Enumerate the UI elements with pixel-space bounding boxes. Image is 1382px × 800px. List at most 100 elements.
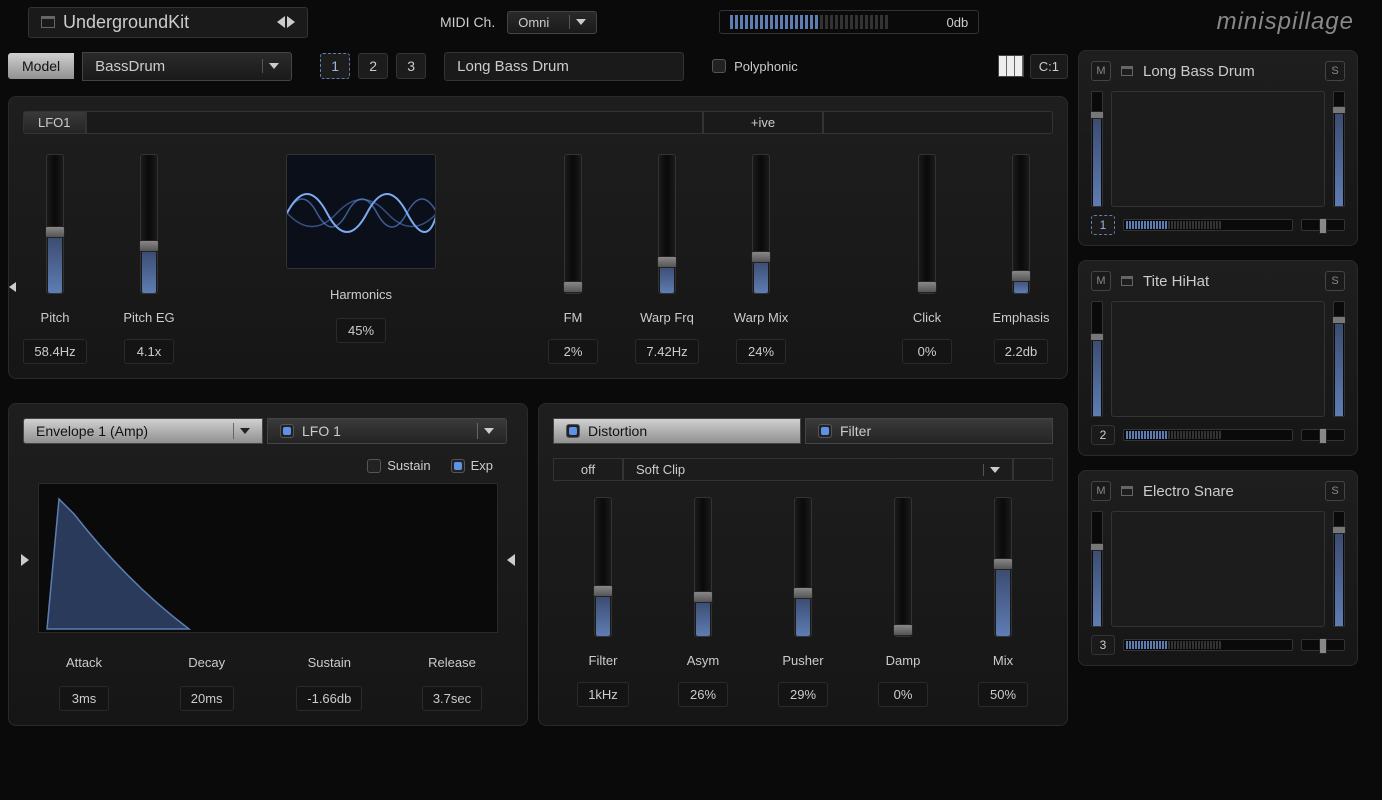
pad-2-pan-slider[interactable]	[1301, 429, 1345, 441]
fx-mix-value[interactable]: 50%	[978, 682, 1028, 707]
midi-channel-select[interactable]: Omni	[507, 11, 597, 34]
pad-1-solo-button[interactable]: S	[1325, 61, 1345, 81]
lfo-source-select[interactable]: LFO1	[23, 111, 86, 134]
pad-1-pan-slider[interactable]	[1301, 219, 1345, 231]
fx-damp-value[interactable]: 0%	[878, 682, 928, 707]
output-meter: 0db	[719, 10, 979, 34]
sustain-value[interactable]: -1.66db	[296, 686, 362, 711]
lfo-amount-slider[interactable]	[86, 111, 703, 134]
pad-3-pitch-slider[interactable]	[1091, 511, 1103, 627]
dropdown-icon	[990, 467, 1000, 473]
click-value[interactable]: 0%	[902, 339, 952, 364]
fx-damp-slider[interactable]	[894, 497, 912, 637]
pad-2-solo-button[interactable]: S	[1325, 271, 1345, 291]
dropdown-icon	[269, 63, 279, 69]
slot-3-button[interactable]: 3	[396, 53, 426, 79]
pad-3-volume-slider[interactable]	[1333, 511, 1345, 627]
pad-3-slot-button[interactable]: 3	[1091, 635, 1115, 655]
pad-2-mute-button[interactable]: M	[1091, 271, 1111, 291]
warp-mix-slider[interactable]	[752, 154, 770, 294]
slot-1-button[interactable]: 1	[320, 53, 350, 79]
fx-mode-select[interactable]: Soft Clip	[623, 458, 1013, 481]
harmonics-value[interactable]: 45%	[336, 318, 386, 343]
warp-mix-value[interactable]: 24%	[736, 339, 786, 364]
pad-1-pitch-slider[interactable]	[1091, 91, 1103, 207]
fx-mix-slider[interactable]	[994, 497, 1012, 637]
pitch-slider[interactable]	[46, 154, 64, 294]
exp-checkbox[interactable]	[451, 459, 465, 473]
preset-next-icon[interactable]	[287, 16, 295, 28]
lfo-dest-slider[interactable]	[823, 111, 1053, 134]
fm-value[interactable]: 2%	[548, 339, 598, 364]
decay-value[interactable]: 20ms	[180, 686, 234, 711]
click-slider[interactable]	[918, 154, 936, 294]
triangle-right-icon	[21, 554, 29, 566]
envelope-display[interactable]	[38, 483, 498, 633]
harmonics-display[interactable]	[286, 154, 436, 269]
dropdown-icon	[576, 19, 586, 25]
sustain-checkbox[interactable]	[367, 459, 381, 473]
warp-frq-value[interactable]: 7.42Hz	[635, 339, 698, 364]
folder-icon	[1121, 276, 1133, 286]
emphasis-value[interactable]: 2.2db	[994, 339, 1049, 364]
pitch-value[interactable]: 58.4Hz	[23, 339, 86, 364]
pad-3-meter	[1123, 639, 1293, 651]
voice-name-field[interactable]: Long Bass Drum	[444, 52, 684, 81]
pad-1-slot-button[interactable]: 1	[1091, 215, 1115, 235]
polyphonic-label: Polyphonic	[734, 59, 798, 74]
fx-panel: Distortion Filter off Soft Clip Filter 1…	[538, 403, 1068, 726]
pad-2-waveform[interactable]	[1111, 301, 1325, 417]
pad-2-pitch-slider[interactable]	[1091, 301, 1103, 417]
filter-tab[interactable]: Filter	[805, 418, 1053, 444]
output-db: 0db	[947, 15, 969, 30]
slot-2-button[interactable]: 2	[358, 53, 388, 79]
lfo-polarity[interactable]: +ive	[703, 111, 823, 134]
envelope-selector[interactable]: Envelope 1 (Amp)	[23, 418, 263, 444]
attack-value[interactable]: 3ms	[59, 686, 109, 711]
pad-3-solo-button[interactable]: S	[1325, 481, 1345, 501]
fx-filter-slider[interactable]	[594, 497, 612, 637]
folder-icon	[1121, 486, 1133, 496]
warp-frq-slider[interactable]	[658, 154, 676, 294]
fx-asym-slider[interactable]	[694, 497, 712, 637]
preset-selector[interactable]: UndergroundKit	[28, 7, 308, 38]
pitch-eg-slider[interactable]	[140, 154, 158, 294]
pad-1-waveform[interactable]	[1111, 91, 1325, 207]
pitch-eg-value[interactable]: 4.1x	[124, 339, 174, 364]
release-value[interactable]: 3.7sec	[422, 686, 482, 711]
preset-prev-icon[interactable]	[277, 16, 285, 28]
pad-3-waveform[interactable]	[1111, 511, 1325, 627]
pad-2-name: Tite HiHat	[1143, 273, 1315, 290]
fx-asym-value[interactable]: 26%	[678, 682, 728, 707]
dropdown-icon	[240, 428, 250, 434]
filter-enable-checkbox[interactable]	[818, 424, 832, 438]
pad-1-volume-slider[interactable]	[1333, 91, 1345, 207]
pad-3: M Electro Snare S 3	[1078, 470, 1358, 666]
folder-icon	[41, 16, 55, 28]
pad-2-slot-button[interactable]: 2	[1091, 425, 1115, 445]
triangle-left-icon	[9, 282, 16, 292]
pad-2: M Tite HiHat S 2	[1078, 260, 1358, 456]
pad-3-mute-button[interactable]: M	[1091, 481, 1111, 501]
polyphonic-checkbox[interactable]	[712, 59, 726, 73]
model-select[interactable]: BassDrum	[82, 52, 292, 81]
lfo-selector[interactable]: LFO 1	[267, 418, 507, 444]
lfo-enable-checkbox[interactable]	[280, 424, 294, 438]
distortion-enable-checkbox[interactable]	[566, 424, 580, 438]
fx-pusher-slider[interactable]	[794, 497, 812, 637]
dropdown-icon	[484, 428, 494, 434]
emphasis-slider[interactable]	[1012, 154, 1030, 294]
fx-filter-value[interactable]: 1kHz	[577, 682, 629, 707]
fx-off-button[interactable]: off	[553, 458, 623, 481]
pad-2-volume-slider[interactable]	[1333, 301, 1345, 417]
distortion-tab[interactable]: Distortion	[553, 418, 801, 444]
fx-pusher-value[interactable]: 29%	[778, 682, 828, 707]
oscillator-panel: LFO1 +ive Pitch 58.4Hz Pitch EG 4.1x	[8, 96, 1068, 379]
preset-name: UndergroundKit	[63, 12, 189, 33]
brand-logo: minispillage	[1217, 8, 1354, 36]
fm-slider[interactable]	[564, 154, 582, 294]
midi-note[interactable]: C:1	[1030, 54, 1068, 79]
pad-3-pan-slider[interactable]	[1301, 639, 1345, 651]
pad-1-mute-button[interactable]: M	[1091, 61, 1111, 81]
keyboard-icon[interactable]	[998, 55, 1024, 77]
